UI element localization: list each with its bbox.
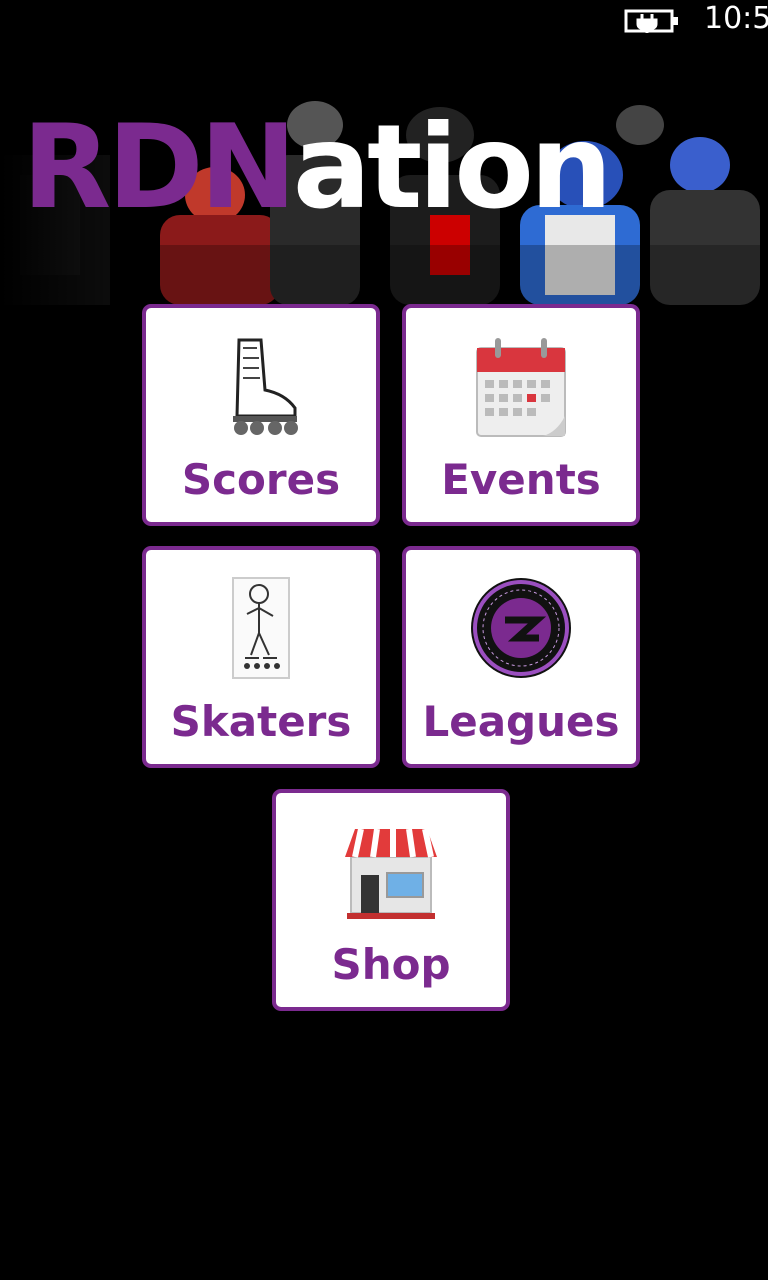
- roller-skate-icon: [233, 338, 298, 435]
- storefront-icon: [345, 828, 437, 919]
- logo-part-rdn: RDN: [22, 100, 297, 235]
- app-logo: RDNation: [22, 98, 613, 238]
- shop-label: Shop: [331, 940, 451, 989]
- skaters-tile-button[interactable]: Skaters: [142, 546, 380, 768]
- events-label: Events: [441, 455, 601, 504]
- status-bar: 10:56: [0, 0, 768, 40]
- battery-charging-icon: [624, 9, 678, 33]
- shop-tile-button[interactable]: Shop: [272, 789, 510, 1011]
- leagues-label: Leagues: [422, 697, 620, 746]
- skaters-label: Skaters: [170, 697, 352, 746]
- skater-sketch-icon: [232, 577, 290, 679]
- events-tile-button[interactable]: Events: [402, 304, 640, 526]
- scores-label: Scores: [181, 455, 341, 504]
- clock: 10:56: [704, 1, 768, 36]
- scores-tile-button[interactable]: Scores: [142, 304, 380, 526]
- leagues-tile-button[interactable]: Leagues: [402, 546, 640, 768]
- calendar-icon: [476, 338, 566, 437]
- logo-part-ation: ation: [292, 100, 613, 235]
- league-badge-icon: [471, 578, 571, 678]
